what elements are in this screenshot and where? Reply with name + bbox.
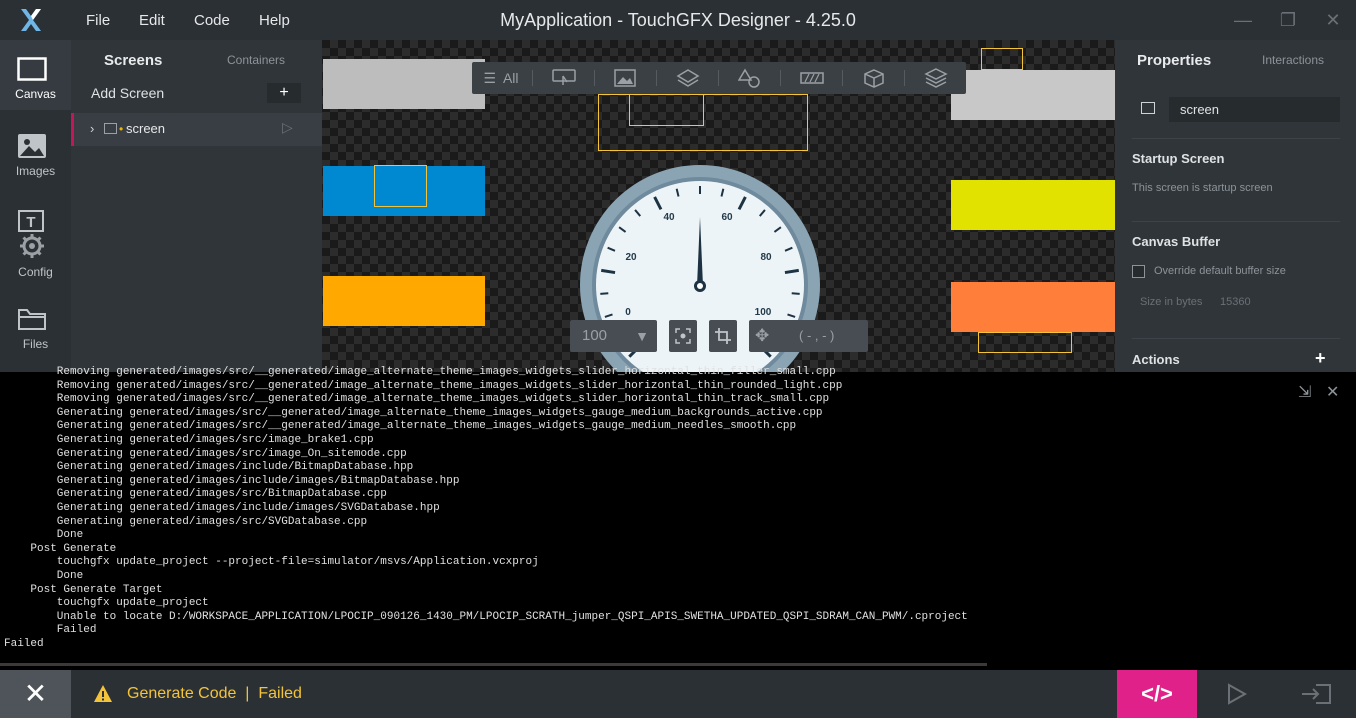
override-buffer-label: Override default buffer size <box>1154 265 1286 277</box>
canvas-buffer-title: Canvas Buffer <box>1132 234 1221 249</box>
zoom-value: 100 <box>582 327 608 344</box>
add-screen-label: Add Screen <box>91 85 165 101</box>
gray-box[interactable] <box>323 59 485 109</box>
widget-category-toolbar: ☰ All <box>472 62 966 94</box>
close-window-button[interactable]: ✕ <box>1322 10 1344 30</box>
nav-canvas[interactable]: Canvas <box>0 40 71 110</box>
canvas-zoom-controls: 100 ▼ ✥ ( - , - ) <box>570 320 870 352</box>
crop-icon <box>715 328 731 344</box>
touch-icon[interactable] <box>552 69 576 87</box>
gear-icon <box>20 234 44 258</box>
expand-console-icon[interactable]: ⇲ <box>1298 382 1311 402</box>
left-navigation: Canvas Images T Config Files <box>0 40 71 372</box>
orange-box[interactable] <box>323 276 485 326</box>
gauge-label-100: 100 <box>755 307 772 318</box>
screen-list-item[interactable]: › • screen ▷ <box>71 113 322 146</box>
nav-images[interactable]: Images <box>0 128 71 198</box>
run-simulator-button[interactable] <box>1197 670 1277 718</box>
gauge-label-80: 80 <box>760 252 772 263</box>
gauge-label-40: 40 <box>663 212 675 223</box>
status-bar: ✕ Generate Code | Failed </> <box>0 670 1356 718</box>
restore-button[interactable]: ❐ <box>1277 10 1299 30</box>
size-in-bytes-value: 15360 <box>1220 296 1251 308</box>
exit-icon <box>1302 684 1331 704</box>
screen-name: screen <box>126 121 166 136</box>
screen-name-field[interactable]: screen <box>1169 97 1340 122</box>
override-buffer-checkbox[interactable] <box>1132 265 1145 278</box>
shapes-icon[interactable] <box>738 68 762 88</box>
image-widget-icon[interactable] <box>614 69 638 87</box>
run-screen-icon[interactable]: ▷ <box>282 119 293 136</box>
selection-frame <box>981 48 1023 70</box>
add-action-button[interactable]: + <box>1315 348 1326 369</box>
gauge-label-60: 60 <box>721 212 733 223</box>
selection-frame <box>374 165 427 207</box>
zoom-select[interactable]: 100 ▼ <box>570 320 657 352</box>
screen-icon <box>104 123 117 134</box>
console-log: Removing generated/images/src/__generate… <box>4 366 968 650</box>
design-canvas[interactable]: 0 20 40 60 80 100 ☰ All 100 ▼ ✥ (- , - … <box>322 40 1115 372</box>
status-message: Generate Code | Failed <box>127 685 302 702</box>
startup-screen-text: This screen is startup screen <box>1132 182 1273 194</box>
properties-panel: Properties Interactions screen Startup S… <box>1115 40 1356 372</box>
tab-containers[interactable]: Containers <box>227 53 285 67</box>
title-bar: File Edit Code Help MyApplication - Touc… <box>0 0 1356 40</box>
widget-filter-all-label: All <box>502 70 519 86</box>
svg-text:T: T <box>26 214 35 231</box>
tab-screens[interactable]: Screens <box>104 52 162 69</box>
generate-code-button[interactable]: </> <box>1117 670 1197 718</box>
canvas-icon <box>17 57 47 81</box>
chevron-down-icon: ▼ <box>635 328 649 344</box>
warning-icon <box>94 685 112 702</box>
nav-files-label: Files <box>22 337 49 351</box>
close-console-icon[interactable]: ✕ <box>1326 382 1339 402</box>
tab-properties[interactable]: Properties <box>1137 52 1211 69</box>
folder-icon <box>18 309 46 330</box>
size-in-bytes-label: Size in bytes <box>1140 296 1203 308</box>
yellow-box[interactable] <box>951 180 1115 230</box>
coral-box[interactable] <box>951 282 1115 332</box>
coordinates-value: ( - , - ) <box>799 328 835 343</box>
move-icon: ✥ <box>755 326 770 345</box>
light-gray-box[interactable] <box>951 70 1115 120</box>
gauge-label-20: 20 <box>625 252 637 263</box>
nav-texts-config[interactable]: T Config <box>0 205 71 279</box>
selection-frame <box>629 94 704 126</box>
startup-screen-title: Startup Screen <box>1132 151 1225 166</box>
expand-chevron-icon[interactable]: › <box>90 121 94 136</box>
nav-files[interactable]: Files <box>0 302 71 372</box>
actions-title: Actions <box>1132 352 1180 367</box>
layers-icon[interactable] <box>676 68 700 88</box>
coordinates-readout: ✥ ( - , - ) <box>749 320 868 352</box>
minimize-button[interactable]: — <box>1232 10 1254 30</box>
selection-frame <box>978 332 1072 353</box>
screen-icon <box>1141 102 1155 114</box>
close-status-button[interactable]: ✕ <box>0 670 71 718</box>
image-icon <box>18 134 46 158</box>
widget-filter-all[interactable]: ☰ All <box>472 62 530 94</box>
menu-icon: ☰ <box>483 70 497 86</box>
add-screen-button[interactable]: + <box>267 83 301 103</box>
gauge-label-0: 0 <box>625 307 631 318</box>
progress-icon[interactable] <box>800 70 824 86</box>
gauge-tick <box>600 292 609 295</box>
window-title: MyApplication - TouchGFX Designer - 4.25… <box>500 10 856 30</box>
nav-canvas-label: Canvas <box>15 87 56 101</box>
gauge-tick <box>791 292 800 295</box>
console-horizontal-scrollbar[interactable] <box>0 663 987 666</box>
nav-images-label: Images <box>15 164 56 178</box>
stack-icon[interactable] <box>924 67 948 89</box>
screens-panel: Screens Containers Add Screen + › • scre… <box>71 40 322 372</box>
fit-screen-button[interactable] <box>669 320 697 352</box>
run-on-target-button[interactable] <box>1276 670 1356 718</box>
crop-button[interactable] <box>709 320 737 352</box>
startup-marker-icon: • <box>119 122 124 136</box>
fit-icon <box>675 328 691 344</box>
tab-interactions[interactable]: Interactions <box>1262 53 1324 67</box>
cube-icon[interactable] <box>862 68 886 88</box>
nav-config-label: Config <box>18 265 53 279</box>
play-icon <box>1228 683 1248 705</box>
console-output: Removing generated/images/src/__generate… <box>0 366 1356 670</box>
